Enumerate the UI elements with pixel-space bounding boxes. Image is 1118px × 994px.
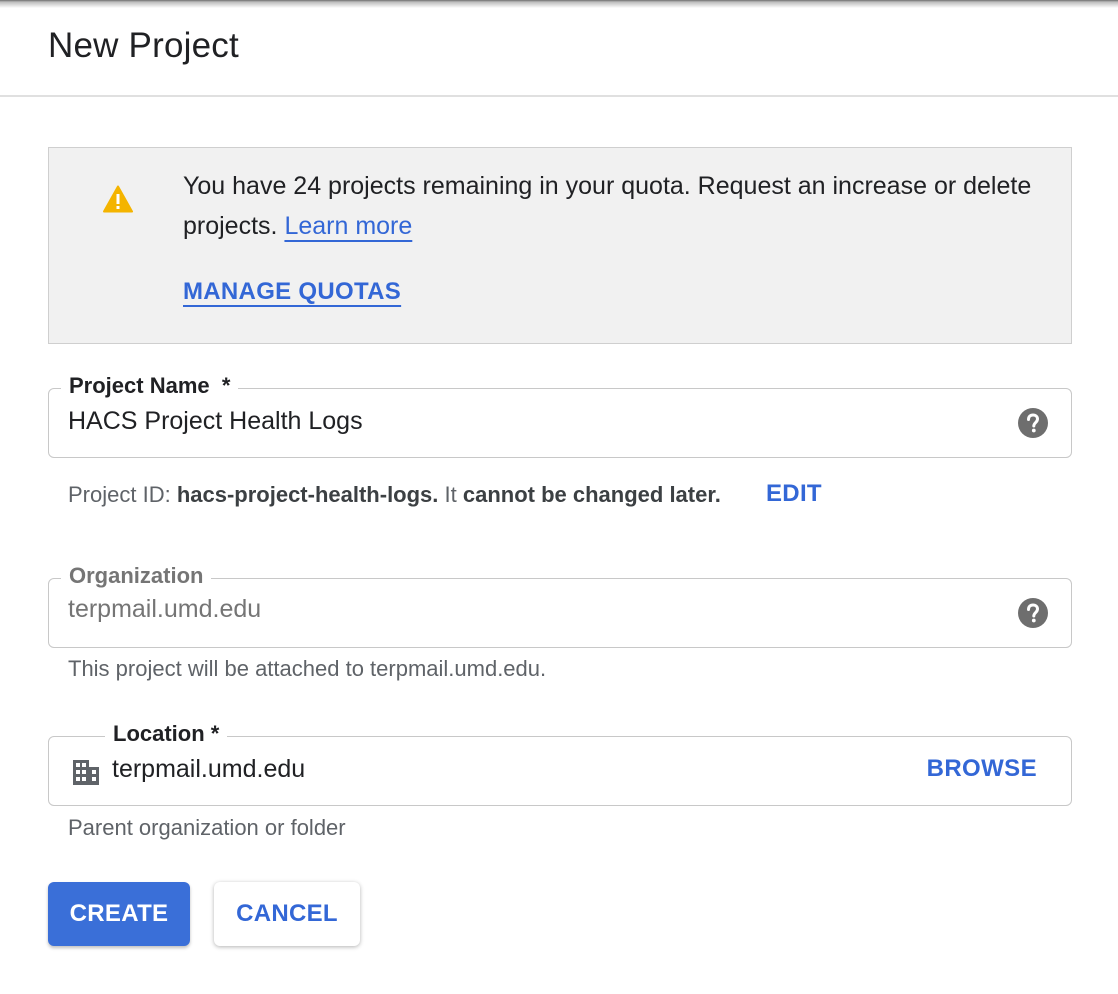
project-name-field[interactable]: Project Name * HACS Project Health Logs	[48, 371, 1072, 458]
project-name-label: Project Name *	[61, 371, 239, 401]
project-id-prefix: Project ID:	[68, 482, 177, 507]
help-icon[interactable]	[1017, 597, 1049, 629]
project-id-value: hacs-project-health-logs.	[176, 482, 439, 507]
required-mark: *	[221, 373, 231, 398]
create-button[interactable]: CREATE	[48, 882, 190, 946]
quota-message: You have 24 projects remaining in your q…	[183, 166, 1043, 246]
project-name-input[interactable]: HACS Project Health Logs	[68, 403, 363, 439]
required-mark: *	[210, 721, 220, 746]
edit-project-id-button[interactable]: EDIT	[766, 480, 822, 508]
organization-field: Organization terpmail.umd.edu	[48, 561, 1072, 648]
location-field[interactable]: Location * terpmail.umd.edu BROWSE	[48, 719, 1072, 806]
project-id-middle: It	[438, 482, 463, 507]
quota-notice: You have 24 projects remaining in your q…	[48, 147, 1072, 344]
project-name-label-text: Project Name	[69, 373, 210, 398]
location-helper: Parent organization or folder	[68, 815, 346, 840]
location-label-text: Location	[113, 721, 205, 746]
project-id-warning: cannot be changed later.	[462, 482, 721, 507]
manage-quotas-link[interactable]: MANAGE QUOTAS	[183, 278, 401, 306]
page-title: New Project	[48, 26, 239, 65]
browse-button[interactable]: BROWSE	[927, 755, 1037, 783]
dialog-header: New Project	[0, 0, 1118, 97]
project-id-helper: Project ID: hacs-project-health-logs. It…	[68, 482, 721, 508]
cancel-button[interactable]: CANCEL	[214, 882, 360, 946]
warning-icon	[103, 185, 133, 213]
location-label: Location *	[105, 719, 228, 749]
location-value: terpmail.umd.edu	[112, 755, 306, 783]
organization-label: Organization	[61, 561, 212, 591]
organization-value: terpmail.umd.edu	[68, 595, 262, 623]
organization-helper: This project will be attached to terpmai…	[68, 656, 547, 681]
help-icon[interactable]	[1017, 407, 1049, 439]
learn-more-link[interactable]: Learn more	[284, 212, 412, 240]
building-icon	[73, 760, 99, 785]
